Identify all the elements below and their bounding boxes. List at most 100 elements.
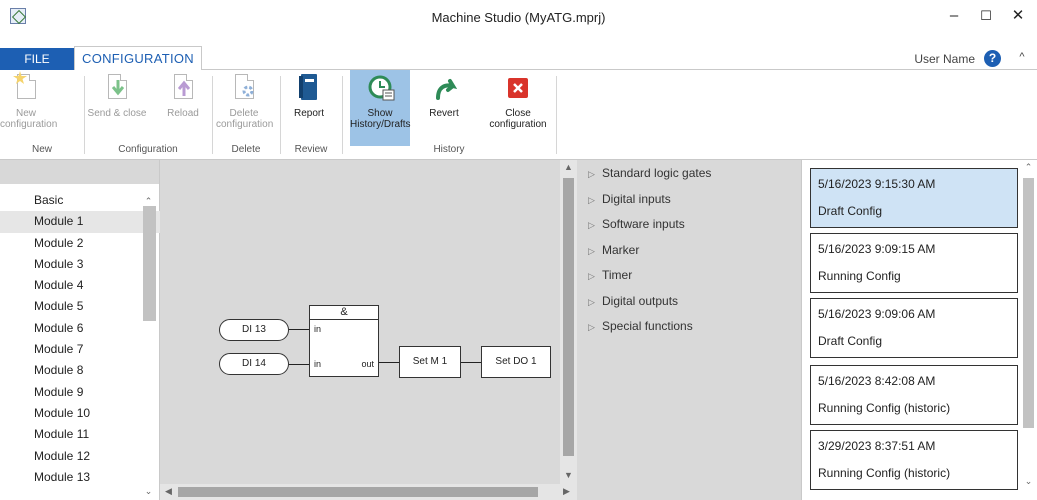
canvas-horizontal-scrollbar[interactable]: ◀ ▶ — [160, 484, 577, 500]
history-drafts-panel: 5/16/2023 9:15:30 AM Draft Config 5/16/2… — [802, 160, 1037, 500]
input-node-di14[interactable]: DI 14 — [219, 353, 289, 375]
button-label: New configuration — [0, 108, 58, 130]
user-name[interactable]: User Name — [914, 52, 975, 66]
history-entry-label: Draft Config — [818, 204, 883, 218]
close-window-button[interactable]: ✕ — [1003, 4, 1033, 28]
button-label: Reload — [167, 108, 199, 119]
new-configuration-button[interactable]: New configuration — [0, 71, 57, 144]
scroll-up-arrow-icon[interactable]: ⌃ — [1020, 162, 1037, 173]
module-list-item[interactable]: Module 7 — [0, 339, 160, 360]
module-list-scrollbar[interactable]: ⌃ ⌄ — [140, 196, 157, 500]
scroll-right-arrow-icon[interactable]: ▶ — [558, 486, 575, 497]
button-label: Revert — [429, 108, 459, 119]
toolbox-category-label: Marker — [602, 243, 640, 257]
module-list-item[interactable]: Module 11 — [0, 424, 160, 445]
expand-triangle-icon: ▷ — [588, 271, 595, 281]
history-entry-time: 5/16/2023 9:09:15 AM — [818, 242, 936, 256]
button-label: Close configuration — [489, 108, 547, 130]
history-entry[interactable]: 5/16/2023 9:09:06 AM Draft Config — [810, 298, 1018, 358]
and-gate[interactable]: & in in out — [309, 305, 379, 377]
history-entry[interactable]: 3/29/2023 8:37:51 AM Running Config (his… — [810, 430, 1018, 490]
minimize-button[interactable]: – — [939, 4, 969, 28]
canvas-vertical-scrollbar[interactable]: ▲ ▼ — [560, 160, 577, 488]
module-list-pane: Basic Module 1 Module 2 Module 3 Module … — [0, 160, 160, 500]
toolbox-category[interactable]: ▷ Marker — [577, 238, 802, 263]
delete-configuration-button[interactable]: Delete configuration — [216, 74, 274, 144]
scrollbar-thumb[interactable] — [143, 206, 156, 321]
module-list-item[interactable]: Module 6 — [0, 318, 160, 339]
button-label: Delete configuration — [216, 108, 274, 130]
scroll-down-arrow-icon[interactable]: ⌄ — [1020, 476, 1037, 487]
history-entry[interactable]: 5/16/2023 9:09:15 AM Running Config — [810, 233, 1018, 293]
scroll-left-arrow-icon[interactable]: ◀ — [160, 486, 177, 497]
toolbox-category[interactable]: ▷ Digital outputs — [577, 289, 802, 314]
ribbon: New configuration Send & close Reload De… — [0, 70, 1037, 160]
expand-triangle-icon: ▷ — [588, 220, 595, 230]
history-entry-time: 3/29/2023 8:37:51 AM — [818, 439, 936, 453]
scroll-up-arrow-icon[interactable]: ▲ — [560, 162, 577, 172]
logic-diagram-canvas[interactable]: DI 13 DI 14 & in in out Set M 1 Set DO 1 — [160, 160, 577, 500]
toolbox-category-label: Digital outputs — [602, 294, 679, 308]
reload-icon — [170, 74, 196, 104]
toolbox-category[interactable]: ▷ Software inputs — [577, 212, 802, 237]
window-title: Machine Studio (MyATG.mprj) — [431, 10, 606, 25]
maximize-button[interactable]: ☐ — [971, 4, 1001, 28]
revert-button[interactable]: Revert — [422, 74, 466, 144]
scrollbar-thumb[interactable] — [178, 487, 538, 497]
module-list-item[interactable]: Basic — [0, 190, 160, 211]
gate-input-port: in — [314, 324, 322, 334]
report-button[interactable]: Report — [288, 74, 330, 144]
toolbox-category-label: Standard logic gates — [602, 166, 712, 180]
button-label: Report — [293, 108, 324, 119]
close-configuration-button[interactable]: Close configuration — [483, 74, 553, 144]
input-node-di13[interactable]: DI 13 — [219, 319, 289, 341]
expand-triangle-icon: ▷ — [588, 322, 595, 332]
send-close-icon — [104, 74, 130, 104]
delete-config-icon — [231, 74, 257, 104]
history-scrollbar[interactable]: ⌃ ⌄ — [1020, 160, 1037, 490]
wire — [379, 362, 399, 363]
history-entry-label: Running Config (historic) — [818, 466, 951, 480]
button-label: Send & close — [87, 108, 147, 119]
group-separator — [280, 76, 281, 154]
expand-triangle-icon: ▷ — [588, 169, 595, 179]
scrollbar-thumb[interactable] — [563, 178, 574, 456]
module-list-item[interactable]: Module 3 — [0, 254, 160, 275]
help-icon[interactable]: ? — [984, 50, 1001, 67]
toolbox-category[interactable]: ▷ Digital inputs — [577, 187, 802, 212]
group-separator — [84, 76, 85, 154]
ribbon-tab-row: FILE CONFIGURATION User Name ? ^ — [0, 40, 1037, 71]
tab-file[interactable]: FILE — [0, 48, 74, 70]
history-entry[interactable]: 5/16/2023 8:42:08 AM Running Config (his… — [810, 365, 1018, 425]
toolbox-category[interactable]: ▷ Special functions — [577, 314, 802, 339]
scroll-down-arrow-icon[interactable]: ⌄ — [140, 486, 157, 497]
group-label-new: New — [31, 144, 52, 155]
module-list-item[interactable]: Module 8 — [0, 360, 160, 381]
show-history-drafts-button[interactable]: Show History/Drafts — [350, 70, 411, 146]
module-list-item[interactable]: Module 10 — [0, 403, 160, 424]
tab-configuration[interactable]: CONFIGURATION — [74, 46, 202, 71]
module-list-item[interactable]: Module 13 — [0, 467, 160, 488]
module-list-item[interactable]: Module 1 — [0, 211, 160, 233]
module-list-item[interactable]: Module 2 — [0, 233, 160, 254]
send-and-close-button[interactable]: Send & close — [86, 74, 148, 144]
group-separator — [212, 76, 213, 154]
module-list-item[interactable]: Module 12 — [0, 446, 160, 467]
module-list-item[interactable]: Module 5 — [0, 296, 160, 317]
toolbox-category[interactable]: ▷ Standard logic gates — [577, 161, 802, 186]
history-entry-time: 5/16/2023 9:15:30 AM — [818, 177, 936, 191]
collapse-ribbon-icon[interactable]: ^ — [1015, 51, 1029, 65]
output-node[interactable]: Set DO 1 — [481, 346, 551, 378]
module-list-item[interactable]: Module 9 — [0, 382, 160, 403]
module-list-item[interactable]: Module 4 — [0, 275, 160, 296]
wire — [289, 329, 309, 330]
toolbox-category[interactable]: ▷ Timer — [577, 263, 802, 288]
history-icon — [367, 74, 395, 104]
scrollbar-thumb[interactable] — [1023, 178, 1034, 428]
marker-node[interactable]: Set M 1 — [399, 346, 461, 378]
module-list: Basic Module 1 Module 2 Module 3 Module … — [0, 190, 160, 488]
history-entry[interactable]: 5/16/2023 9:15:30 AM Draft Config — [810, 168, 1018, 228]
logic-toolbox: ▷ Standard logic gates ▷ Digital inputs ▷ S… — [577, 160, 802, 500]
scroll-down-arrow-icon[interactable]: ▼ — [560, 470, 577, 480]
reload-button[interactable]: Reload — [160, 74, 206, 144]
